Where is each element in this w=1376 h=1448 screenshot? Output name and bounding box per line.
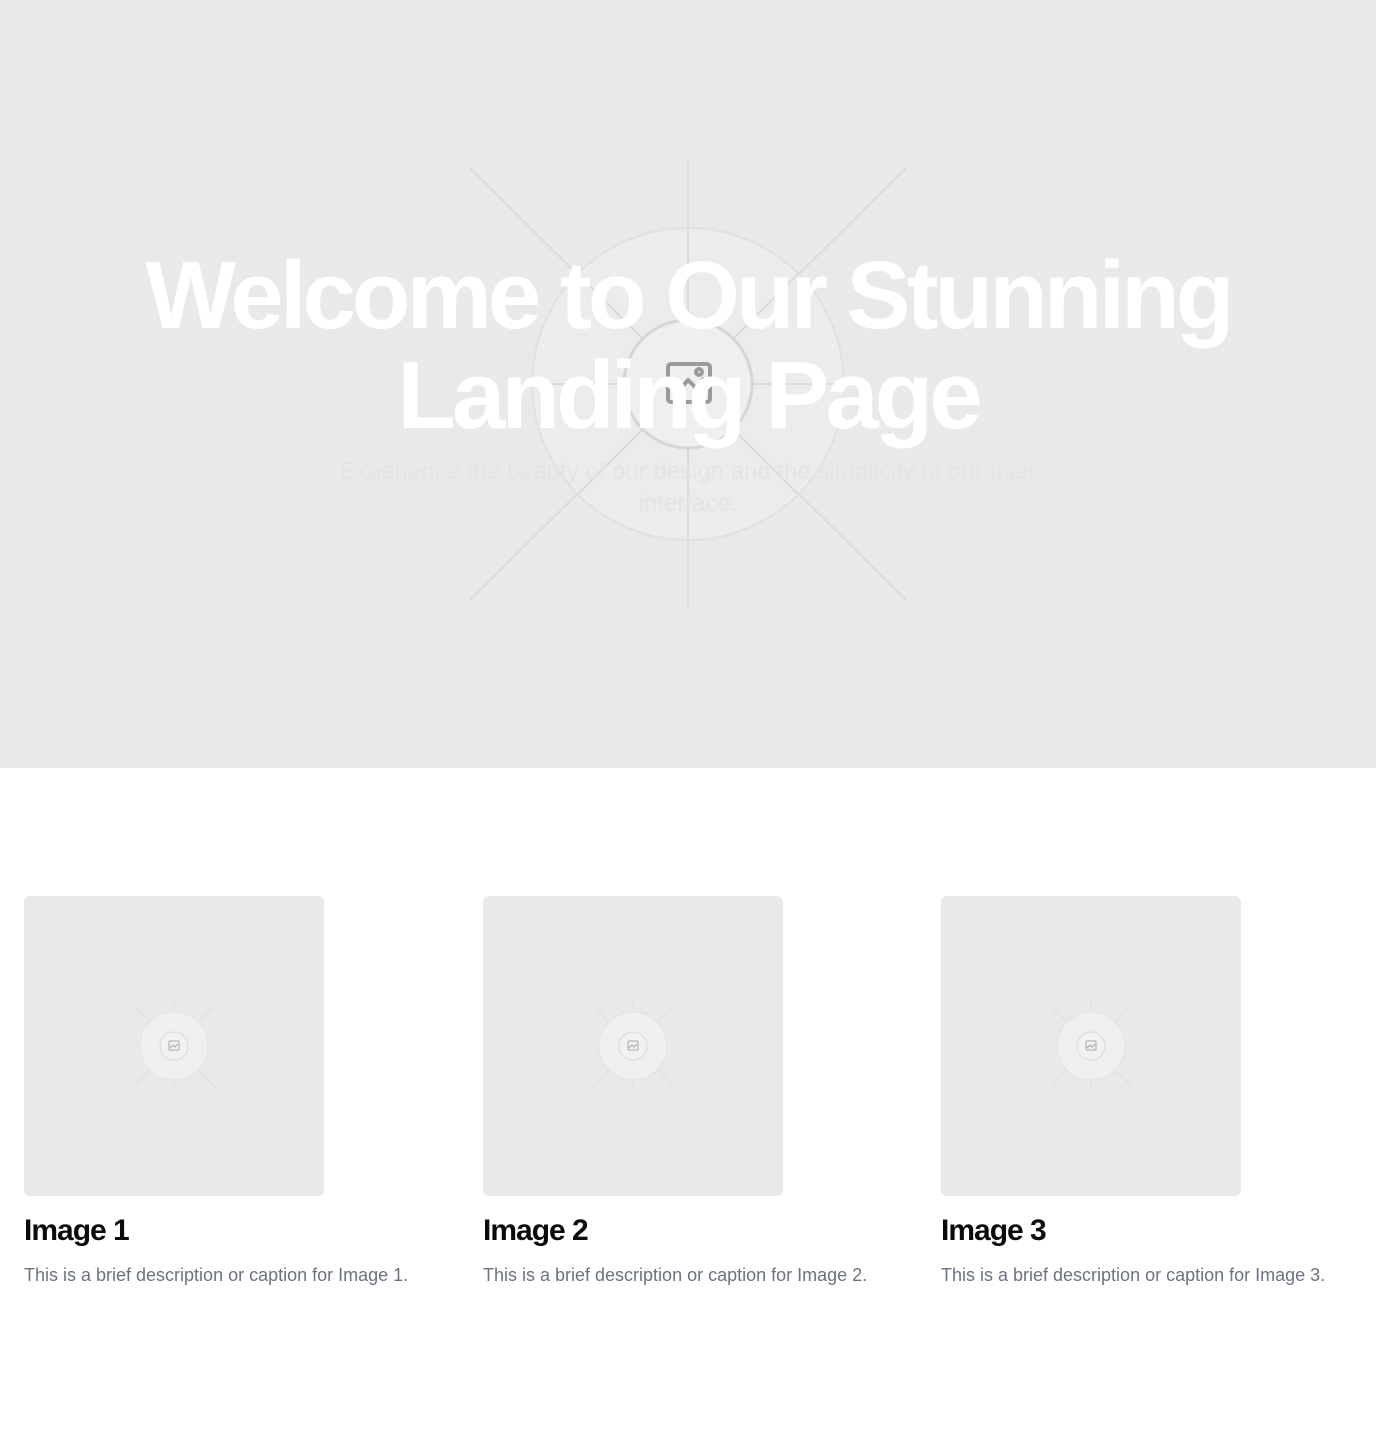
- card-image-2: [483, 896, 783, 1196]
- card-title-1: Image 1: [24, 1214, 130, 1247]
- hero-title: Welcome to Our Stunning Landing Page: [0, 246, 1376, 446]
- image-placeholder-icon: [1050, 1000, 1132, 1092]
- hero-title-line2: Landing Page: [397, 342, 982, 449]
- hero-title-line1: Welcome to Our Stunning: [145, 242, 1235, 349]
- card-title-2: Image 2: [483, 1214, 589, 1247]
- gallery-card-1: Image 1 This is a brief description or c…: [24, 896, 444, 1289]
- hero-section: Welcome to Our Stunning Landing Page Exp…: [0, 0, 1376, 768]
- card-description-1: This is a brief description or caption f…: [24, 1265, 409, 1285]
- card-title-3: Image 3: [941, 1214, 1047, 1247]
- hero-subtitle: Experience the beauty of our design and …: [339, 458, 1037, 517]
- image-placeholder-icon: [592, 1000, 674, 1092]
- image-gallery: Image 1 This is a brief description or c…: [0, 768, 1376, 1448]
- card-description-2: This is a brief description or caption f…: [483, 1265, 868, 1285]
- card-description-3: This is a brief description or caption f…: [941, 1265, 1326, 1285]
- image-placeholder-icon: [133, 1000, 215, 1092]
- gallery-card-3: Image 3 This is a brief description or c…: [941, 896, 1361, 1289]
- card-image-3: [941, 896, 1241, 1196]
- card-image-1: [24, 896, 324, 1196]
- gallery-card-2: Image 2 This is a brief description or c…: [483, 896, 903, 1289]
